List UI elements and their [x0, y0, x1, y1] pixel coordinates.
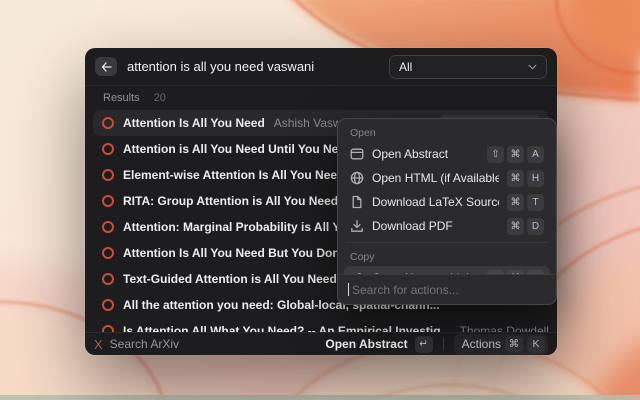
category-dropdown[interactable]: All	[389, 55, 547, 79]
arxiv-ring-icon	[102, 273, 114, 285]
t-key: T	[527, 194, 544, 211]
footer-divider	[443, 338, 444, 350]
back-button[interactable]	[95, 57, 117, 76]
search-input[interactable]: attention is all you need vaswani	[127, 59, 379, 74]
arxiv-ring-icon	[102, 247, 114, 259]
result-title: Attention Is All You Need	[123, 116, 265, 130]
arxiv-ring-icon	[102, 117, 114, 129]
cmd-key: ⌘	[507, 218, 524, 235]
primary-action-label[interactable]: Open Abstract	[325, 337, 407, 351]
actions-menu: Open Open Abstract ⇧ ⌘ A Open HTML (if A…	[337, 118, 557, 305]
arxiv-ring-icon	[102, 325, 114, 332]
menu-item-label: Open HTML (if Available)	[372, 171, 499, 185]
menu-item-open-abstract[interactable]: Open Abstract ⇧ ⌘ A	[344, 142, 550, 166]
arxiv-ring-icon	[102, 143, 114, 155]
results-count: 20	[154, 92, 166, 104]
menu-separator	[346, 242, 548, 243]
shift-key: ⇧	[487, 146, 504, 163]
shortcut-keys: ⇧ ⌘ A	[487, 146, 544, 163]
actions-label: Actions	[462, 337, 501, 351]
arxiv-logo-icon: X	[94, 337, 103, 352]
actions-search-input[interactable]: Search for actions...	[338, 274, 556, 304]
document-icon	[350, 195, 364, 209]
h-key: H	[527, 170, 544, 187]
result-author: Thomas Dowdell et al. (2019)	[460, 324, 549, 332]
cmd-key-badge: ⌘	[505, 336, 523, 353]
globe-icon	[350, 171, 364, 185]
result-row-9[interactable]: Is Attention All What You Need? -- An Em…	[93, 318, 549, 332]
menu-item-download-latex[interactable]: Download LaTeX Source ⌘ T	[344, 190, 550, 214]
shortcut-keys: ⌘ T	[507, 194, 544, 211]
results-label: Results	[103, 92, 140, 104]
raycast-window: attention is all you need vaswani All Re…	[85, 48, 557, 355]
a-key: A	[527, 146, 544, 163]
d-key: D	[527, 218, 544, 235]
cmd-key: ⌘	[507, 146, 524, 163]
text-caret	[348, 283, 349, 296]
arxiv-ring-icon	[102, 221, 114, 233]
chevron-down-icon	[528, 64, 537, 70]
result-title: Is Attention All What You Need? -- An Em…	[123, 324, 451, 332]
cmd-key: ⌘	[507, 194, 524, 211]
enter-key-badge: ↵	[415, 336, 433, 353]
footer-bar: X Search ArXiv Open Abstract ↵ Actions ⌘…	[85, 332, 557, 355]
search-header: attention is all you need vaswani All	[85, 48, 557, 86]
menu-section-open: Open	[344, 123, 550, 142]
shortcut-keys: ⌘ H	[507, 170, 544, 187]
menu-item-label: Download LaTeX Source	[372, 195, 499, 209]
menu-item-download-pdf[interactable]: Download PDF ⌘ D	[344, 214, 550, 238]
results-header: Results 20	[85, 88, 557, 108]
menu-section-copy: Copy	[344, 247, 550, 266]
menu-item-label: Download PDF	[372, 219, 453, 233]
k-key-badge: K	[527, 336, 545, 353]
arxiv-ring-icon	[102, 195, 114, 207]
dropdown-value: All	[399, 60, 412, 74]
arxiv-ring-icon	[102, 299, 114, 311]
menu-item-open-html[interactable]: Open HTML (if Available) ⌘ H	[344, 166, 550, 190]
download-icon	[350, 219, 364, 233]
arxiv-ring-icon	[102, 169, 114, 181]
browser-window-icon	[350, 147, 364, 161]
actions-search-placeholder: Search for actions...	[352, 283, 459, 297]
menu-item-label: Open Abstract	[372, 147, 448, 161]
shortcut-keys: ⌘ D	[507, 218, 544, 235]
back-arrow-icon	[101, 62, 112, 72]
cmd-key: ⌘	[507, 170, 524, 187]
result-title: Element-wise Attention Is All You Need	[123, 168, 344, 182]
actions-button[interactable]: Actions ⌘ K	[454, 334, 548, 355]
extension-name: Search ArXiv	[110, 337, 179, 351]
